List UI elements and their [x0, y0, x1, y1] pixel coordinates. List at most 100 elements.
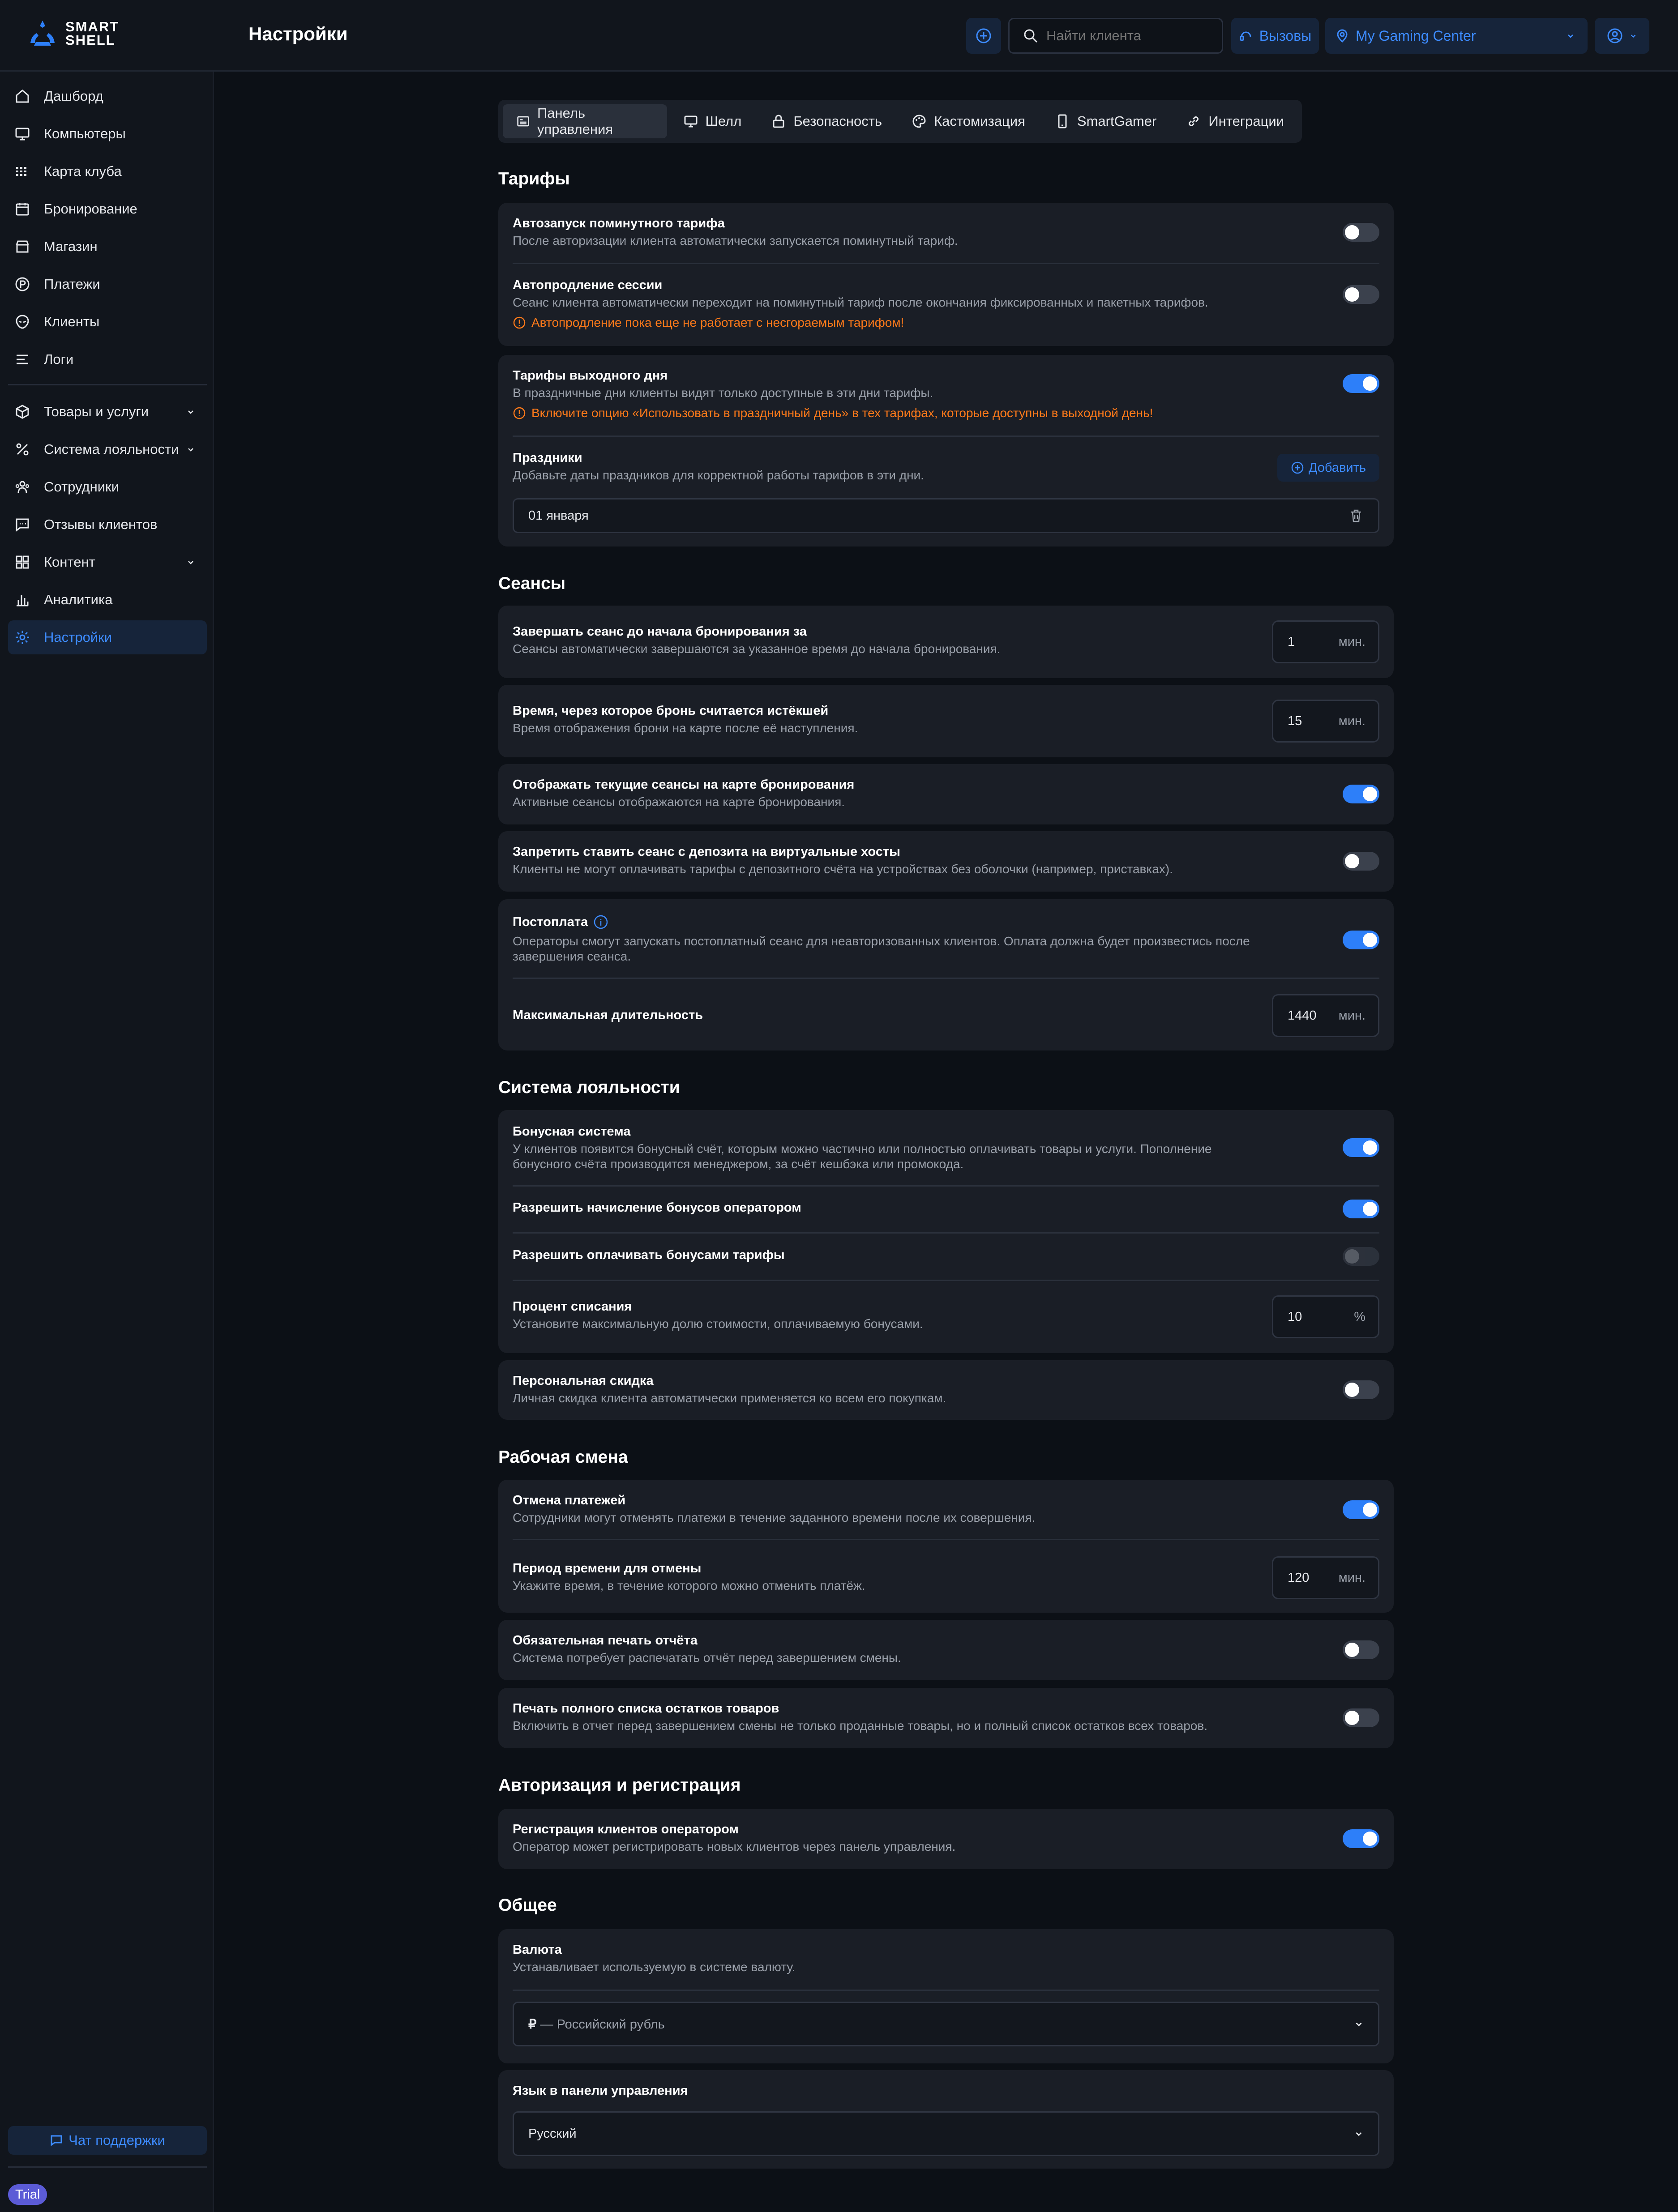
sidebar-item-booking[interactable]: Бронирование — [8, 192, 207, 226]
writeoff-percent-input[interactable]: 10% — [1272, 1295, 1379, 1338]
sidebar-divider — [8, 2166, 207, 2168]
loyalty-card-2: Персональная скидка Личная скидка клиент… — [498, 1360, 1394, 1420]
sidebar-item-label: Отзывы клиентов — [44, 517, 158, 532]
tab-label: Безопасность — [793, 113, 882, 129]
pay-tariffs-bonus-toggle[interactable] — [1343, 1247, 1379, 1266]
sessions-card-2: Время, через которое бронь считается ист… — [498, 685, 1394, 757]
user-icon — [1607, 28, 1622, 43]
layout-grid-icon — [16, 555, 29, 569]
tab-shell[interactable]: Шелл — [670, 104, 755, 138]
chevron-down-icon — [1356, 2022, 1362, 2027]
sidebar-item-label: Платежи — [44, 276, 100, 292]
personal-discount-toggle[interactable] — [1343, 1380, 1379, 1399]
holiday-date: 01 января — [528, 508, 589, 523]
section-title-shift: Рабочая смена — [498, 1448, 628, 1467]
row-separator — [513, 978, 1379, 979]
calls-button[interactable]: Вызовы — [1231, 18, 1319, 54]
info-icon[interactable] — [593, 914, 608, 930]
account-menu-button[interactable] — [1595, 18, 1649, 54]
sidebar-item-logs[interactable]: Логи — [8, 342, 207, 376]
sidebar-item-computers[interactable]: Компьютеры — [8, 117, 207, 151]
setting-description: После авторизации клиента автоматически … — [513, 234, 958, 248]
chevron-down-icon — [1356, 2132, 1362, 2136]
deny-deposit-virtual-toggle[interactable] — [1343, 852, 1379, 871]
sidebar-item-content[interactable]: Контент — [8, 545, 207, 579]
tab-integrations[interactable]: Интеграции — [1173, 104, 1297, 138]
holiday-row: 01 января — [513, 498, 1379, 533]
setting-description: Система потребует распечатать отчёт пере… — [513, 1651, 901, 1665]
booking-expiry-input[interactable]: 15 мин. — [1272, 700, 1379, 743]
sidebar-item-analytics[interactable]: Аналитика — [8, 583, 207, 617]
bonus-system-toggle[interactable] — [1343, 1138, 1379, 1157]
sidebar-item-reviews[interactable]: Отзывы клиентов — [8, 508, 207, 542]
sidebar: Дашборд Компьютеры Карта клуба Бронирова… — [0, 72, 214, 2212]
end-before-booking-input[interactable]: 1 мин. — [1272, 620, 1379, 663]
sidebar-item-loyalty[interactable]: Система лояльности — [8, 432, 207, 466]
setting-description: Оператор может регистрировать новых клие… — [513, 1840, 956, 1853]
sidebar-item-label: Дашборд — [44, 88, 103, 104]
full-stock-print-toggle[interactable] — [1343, 1708, 1379, 1727]
session-autoextend-toggle[interactable] — [1343, 285, 1379, 304]
trash-icon[interactable] — [1348, 508, 1364, 523]
club-selector[interactable]: My Gaming Center — [1325, 18, 1588, 54]
mandatory-report-toggle[interactable] — [1343, 1640, 1379, 1659]
top-bar: SMARTSHELL Настройки Вызовы My Gaming Ce… — [0, 0, 1678, 72]
logo[interactable]: SMART SHELL — [27, 18, 119, 49]
setting-title: Время, через которое бронь считается ист… — [513, 704, 829, 718]
max-duration-input[interactable]: 1440 мин. — [1272, 994, 1379, 1037]
row-separator — [513, 1990, 1379, 1991]
search-input[interactable] — [1046, 28, 1207, 44]
setting-description: Сотрудники могут отменять платежи в тече… — [513, 1511, 1036, 1524]
setting-title: Период времени для отмены — [513, 1561, 702, 1576]
warning-icon — [513, 316, 526, 329]
logo-icon — [30, 21, 55, 46]
sidebar-item-label: Магазин — [44, 239, 98, 254]
setting-title: Персональная скидка — [513, 1374, 654, 1388]
store-icon — [16, 240, 29, 253]
loyalty-card-1: Бонусная система У клиентов появится бон… — [498, 1110, 1394, 1353]
sidebar-item-settings[interactable]: Настройки — [8, 620, 207, 654]
show-sessions-on-map-toggle[interactable] — [1343, 785, 1379, 803]
add-holiday-button[interactable]: Добавить — [1277, 454, 1379, 482]
sidebar-item-dashboard[interactable]: Дашборд — [8, 79, 207, 113]
support-chat-button[interactable]: Чат поддержки — [8, 2126, 207, 2155]
operator-registration-toggle[interactable] — [1343, 1829, 1379, 1848]
sidebar-item-payments[interactable]: Платежи — [8, 267, 207, 301]
sidebar-item-label: Система лояльности — [44, 441, 179, 457]
currency-select[interactable]: ₽ — Российский рубль — [513, 2002, 1379, 2046]
message-icon — [16, 518, 29, 532]
add-button[interactable] — [966, 18, 1001, 54]
row-separator — [513, 436, 1379, 437]
tab-smartgamer[interactable]: SmartGamer — [1041, 104, 1170, 138]
sidebar-item-clients[interactable]: Клиенты — [8, 305, 207, 339]
alien-icon — [16, 315, 29, 329]
setting-title: Обязательная печать отчёта — [513, 1633, 698, 1648]
sidebar-divider — [8, 384, 207, 385]
tab-security[interactable]: Безопасность — [758, 104, 895, 138]
calls-label: Вызовы — [1259, 27, 1312, 44]
cancel-payments-toggle[interactable] — [1343, 1500, 1379, 1519]
sidebar-item-club-map[interactable]: Карта клуба — [8, 154, 207, 188]
operator-bonus-toggle[interactable] — [1343, 1200, 1379, 1218]
sidebar-item-shop[interactable]: Магазин — [8, 230, 207, 264]
setting-description: В праздничные дни клиенты видят только д… — [513, 386, 933, 400]
setting-title: Печать полного списка остатков товаров — [513, 1701, 779, 1716]
tab-control-panel[interactable]: Панель управления — [503, 104, 667, 138]
sidebar-item-label: Карта клуба — [44, 163, 122, 179]
setting-title: Разрешить оплачивать бонусами тарифы — [513, 1248, 785, 1262]
setting-title: Язык в панели управления — [513, 2084, 688, 2098]
search-box[interactable] — [1008, 18, 1223, 54]
sidebar-item-label: Сотрудники — [44, 479, 119, 495]
postpaid-toggle[interactable] — [1343, 931, 1379, 949]
payment-icon — [15, 277, 30, 291]
language-select[interactable]: Русский — [513, 2111, 1379, 2156]
auto-minute-tariff-toggle[interactable] — [1343, 223, 1379, 242]
row-separator — [513, 263, 1379, 264]
tab-customization[interactable]: Кастомизация — [898, 104, 1039, 138]
cancel-period-input[interactable]: 120 мин. — [1272, 1556, 1379, 1599]
sessions-card-4: Запретить ставить сеанс с депозита на ви… — [498, 831, 1394, 892]
weekend-tariffs-toggle[interactable] — [1343, 374, 1379, 393]
setting-title: Отмена платежей — [513, 1493, 626, 1507]
sidebar-item-staff[interactable]: Сотрудники — [8, 470, 207, 504]
sidebar-item-goods[interactable]: Товары и услуги — [8, 395, 207, 429]
